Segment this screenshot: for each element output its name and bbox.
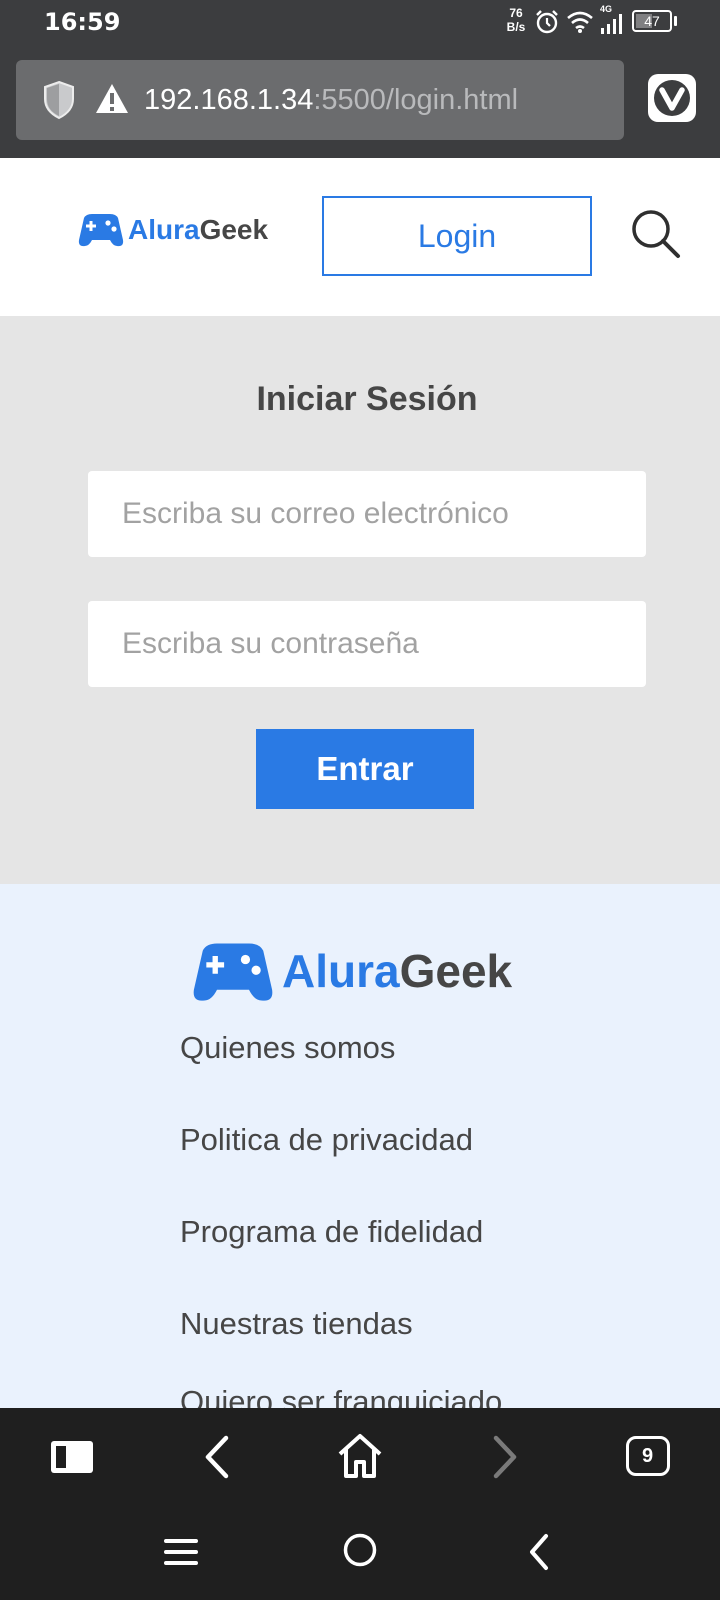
network-speed: 76 B/s xyxy=(502,6,530,34)
browser-toolbar: 9 xyxy=(0,1408,720,1508)
signal-icon xyxy=(601,14,622,34)
footer-link-franquiciado[interactable]: Quiero ser franquiciado xyxy=(180,1384,502,1408)
browser-address-bar: 192.168.1.34:5500/login.html xyxy=(0,44,720,158)
email-field[interactable] xyxy=(88,471,646,557)
alarm-icon xyxy=(536,10,558,34)
footer-link-quienes-somos[interactable]: Quienes somos xyxy=(180,1030,395,1066)
warning-icon[interactable] xyxy=(94,82,130,116)
url-path: :5500/login.html xyxy=(313,84,519,116)
nav-back-icon[interactable] xyxy=(526,1532,554,1572)
submit-button[interactable]: Entrar xyxy=(256,729,474,809)
footer-link-tiendas[interactable]: Nuestras tiendas xyxy=(180,1306,413,1342)
status-bar: 16:59 76 B/s 4G 47 xyxy=(0,0,720,44)
browser-menu-button[interactable] xyxy=(648,74,696,122)
network-speed-value: 76 xyxy=(509,6,523,20)
home-circle-icon[interactable] xyxy=(342,1532,378,1568)
url-text[interactable]: 192.168.1.34:5500/login.html xyxy=(144,82,518,118)
url-host: 192.168.1.34 xyxy=(144,84,314,116)
footer-link-fidelidad[interactable]: Programa de fidelidad xyxy=(180,1214,483,1250)
network-speed-unit: B/s xyxy=(506,20,526,34)
site-footer: AluraGeek Quienes somos Politica de priv… xyxy=(0,884,720,1408)
login-button[interactable]: Login xyxy=(322,196,592,276)
status-time: 16:59 xyxy=(44,8,121,36)
shield-icon[interactable] xyxy=(42,80,76,120)
android-nav-bar xyxy=(0,1508,720,1600)
logo-text: AluraGeek xyxy=(128,214,268,246)
footer-logo-geek: Geek xyxy=(399,945,513,997)
login-title: Iniciar Sesión xyxy=(256,380,478,418)
logo-alura: Alura xyxy=(128,214,200,245)
footer-link-privacidad[interactable]: Politica de privacidad xyxy=(180,1122,473,1158)
site-header: AluraGeek Login xyxy=(0,158,720,316)
back-arrow-icon[interactable] xyxy=(200,1434,236,1480)
footer-logo-text: AluraGeek xyxy=(282,944,512,998)
home-icon[interactable] xyxy=(336,1432,384,1480)
tabs-count: 9 xyxy=(641,1444,654,1467)
footer-logo-alura: Alura xyxy=(282,945,400,997)
url-field[interactable]: 192.168.1.34:5500/login.html xyxy=(16,60,624,140)
battery-tip xyxy=(674,16,677,26)
tabs-icon[interactable]: 9 xyxy=(626,1436,670,1476)
password-field[interactable] xyxy=(88,601,646,687)
network-type: 4G xyxy=(600,4,613,14)
gamepad-icon xyxy=(78,214,124,247)
gamepad-icon xyxy=(193,943,273,1001)
forward-arrow-icon[interactable] xyxy=(486,1434,522,1480)
vivaldi-icon xyxy=(654,80,690,116)
panel-icon[interactable] xyxy=(50,1440,94,1474)
menu-icon[interactable] xyxy=(164,1536,198,1568)
battery-percentage: 47 xyxy=(644,13,660,29)
logo-geek: Geek xyxy=(199,214,269,245)
battery-icon: 47 xyxy=(632,10,672,32)
login-section: Iniciar Sesión Entrar xyxy=(0,316,720,884)
wifi-icon xyxy=(567,11,593,33)
search-icon[interactable] xyxy=(630,208,682,260)
